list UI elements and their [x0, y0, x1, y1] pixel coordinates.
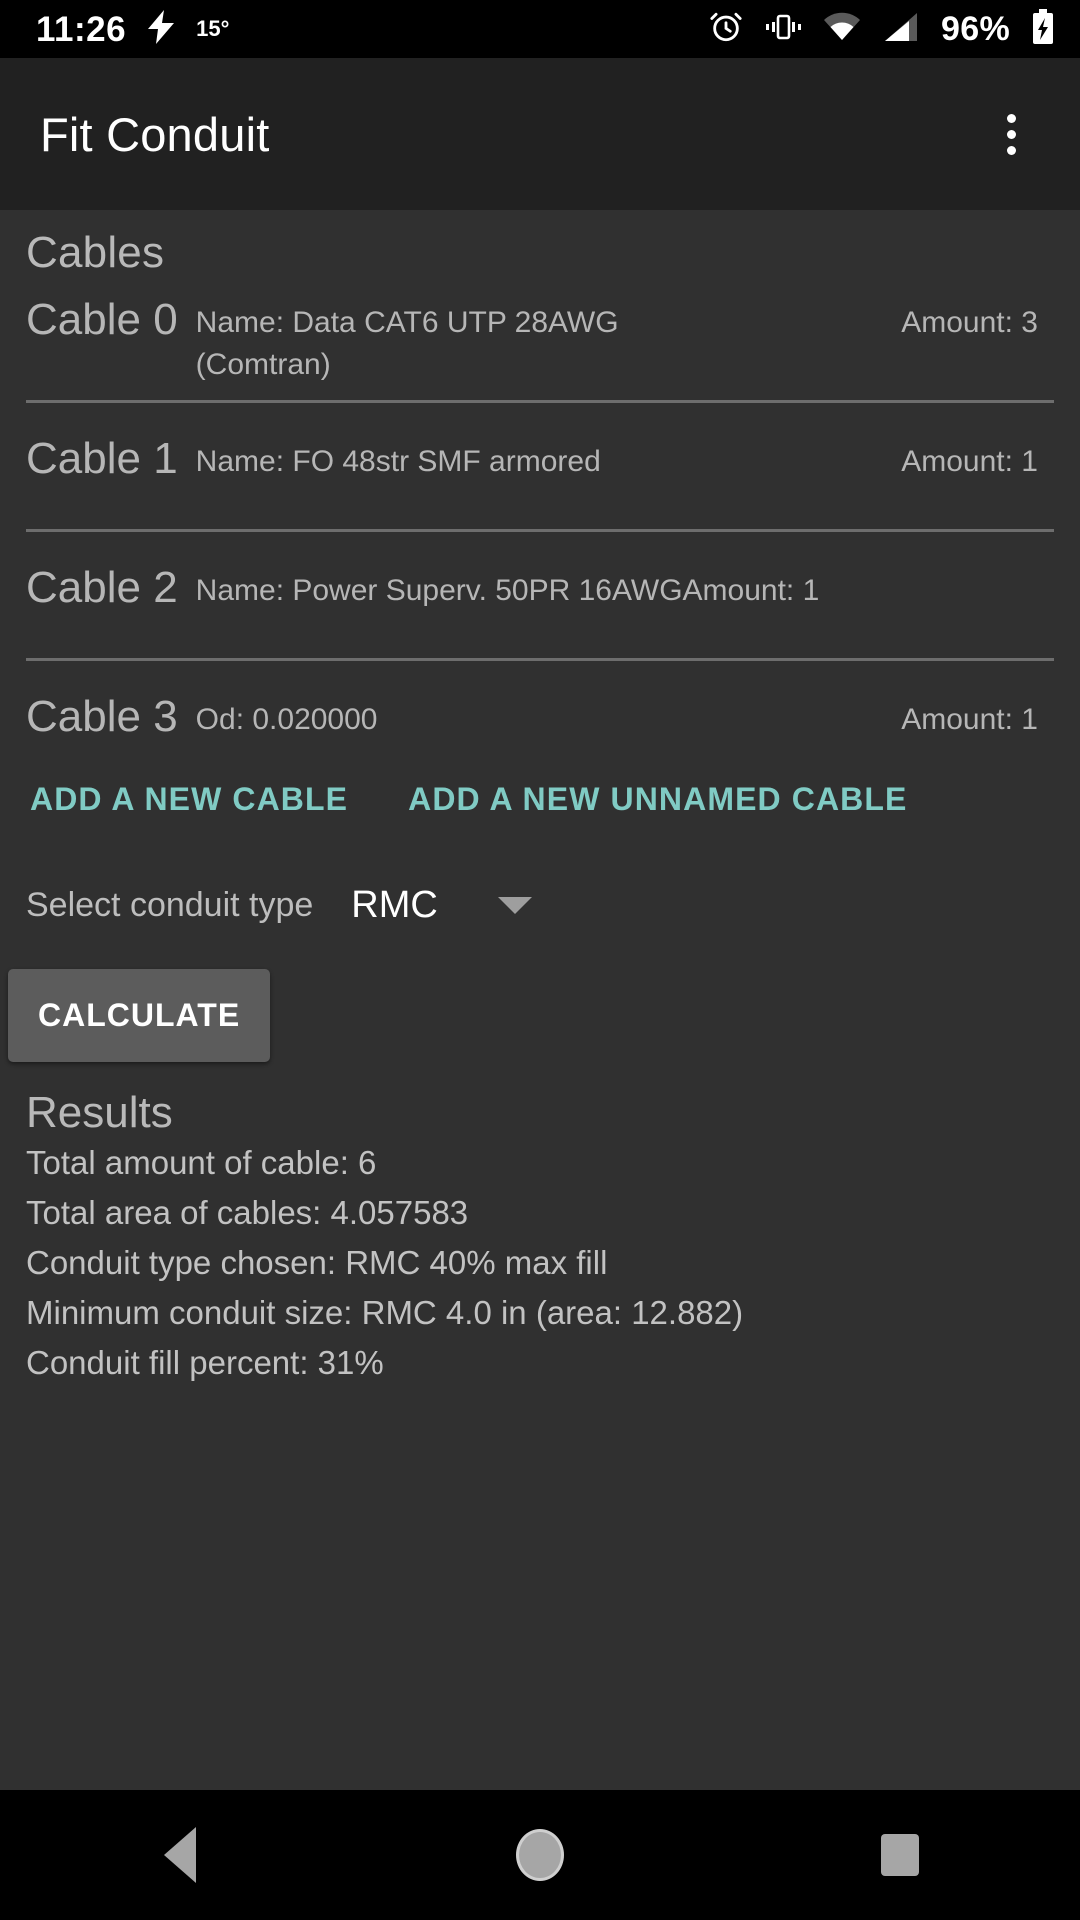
cable-amount: Amount: 1	[682, 574, 820, 607]
cable-id: Cable 2	[26, 563, 178, 612]
results-heading: Results	[26, 1088, 173, 1137]
result-conduit-type: Conduit type chosen: RMC 40% max fill	[26, 1244, 608, 1281]
main-content: Cables Cable 0 Name: Data CAT6 UTP 28AWG…	[0, 210, 1080, 1790]
status-bar-left: 11:26 15°	[0, 9, 230, 49]
bolt-icon	[148, 9, 175, 49]
table-row[interactable]: Cable 2 Name: Power Superv. 50PR 16AWG A…	[0, 532, 1080, 616]
wifi-icon	[823, 12, 861, 47]
add-cable-button[interactable]: ADD A NEW CABLE	[30, 781, 348, 818]
calculate-button[interactable]: CALCULATE	[8, 969, 271, 1062]
back-triangle-icon	[164, 1827, 196, 1883]
result-total-area: Total area of cables: 4.057583	[26, 1194, 469, 1231]
table-row[interactable]: Cable 1 Name: FO 48str SMF armored Amoun…	[0, 403, 1080, 487]
result-fill-percent: Conduit fill percent: 31%	[26, 1344, 384, 1381]
alarm-icon	[709, 10, 743, 49]
cable-id: Cable 0	[26, 295, 178, 344]
battery-percent: 96%	[941, 9, 1010, 48]
conduit-type-row: Select conduit type RMC	[0, 818, 1080, 927]
android-nav-bar	[0, 1790, 1080, 1920]
result-total-amount: Total amount of cable: 6	[26, 1144, 377, 1181]
cable-detail: Name: Data CAT6 UTP 28AWG (Comtran)	[195, 306, 619, 381]
cable-id: Cable 3	[26, 692, 178, 741]
status-bar: 11:26 15° 96%	[0, 0, 1080, 58]
conduit-type-value: RMC	[351, 884, 438, 926]
calculate-wrap: CALCULATE	[0, 927, 1080, 1062]
nav-home-button[interactable]	[470, 1805, 610, 1905]
nav-recents-button[interactable]	[830, 1805, 970, 1905]
phone-screen: 11:26 15° 96% Fit Conduit Cables Cable 0…	[0, 0, 1080, 1920]
vibrate-icon	[765, 12, 802, 47]
recents-square-icon	[881, 1834, 919, 1876]
status-clock: 11:26	[36, 9, 127, 49]
overflow-menu-icon[interactable]	[976, 99, 1046, 169]
app-bar: Fit Conduit	[0, 58, 1080, 210]
page-title: Fit Conduit	[40, 107, 270, 161]
cable-actions: ADD A NEW CABLE ADD A NEW UNNAMED CABLE	[0, 745, 1080, 818]
table-row[interactable]: Cable 3 Od: 0.020000 Amount: 1	[0, 661, 1080, 745]
nav-back-button[interactable]	[110, 1805, 250, 1905]
cable-amount: Amount: 3	[901, 306, 1038, 339]
conduit-type-label: Select conduit type	[26, 886, 314, 924]
cable-detail: Name: FO 48str SMF armored	[195, 445, 601, 478]
conduit-type-select[interactable]: RMC	[351, 884, 551, 927]
cable-amount: Amount: 1	[901, 703, 1038, 736]
cable-detail: Name: Power Superv. 50PR 16AWG	[195, 574, 683, 607]
cell-signal-icon	[883, 12, 919, 47]
cable-detail: Od: 0.020000	[195, 703, 378, 736]
cable-amount: Amount: 1	[901, 445, 1038, 478]
status-bar-right: 96%	[709, 8, 1080, 50]
table-row[interactable]: Cable 0 Name: Data CAT6 UTP 28AWG (Comtr…	[0, 278, 1080, 386]
cable-id: Cable 1	[26, 434, 178, 483]
cables-heading: Cables	[26, 228, 165, 277]
chevron-down-icon	[497, 897, 532, 914]
battery-charging-icon	[1032, 8, 1054, 50]
status-temperature: 15°	[196, 16, 230, 41]
result-minimum-size: Minimum conduit size: RMC 4.0 in (area: …	[26, 1294, 744, 1331]
home-circle-icon	[516, 1829, 564, 1881]
add-unnamed-cable-button[interactable]: ADD A NEW UNNAMED CABLE	[408, 781, 907, 818]
